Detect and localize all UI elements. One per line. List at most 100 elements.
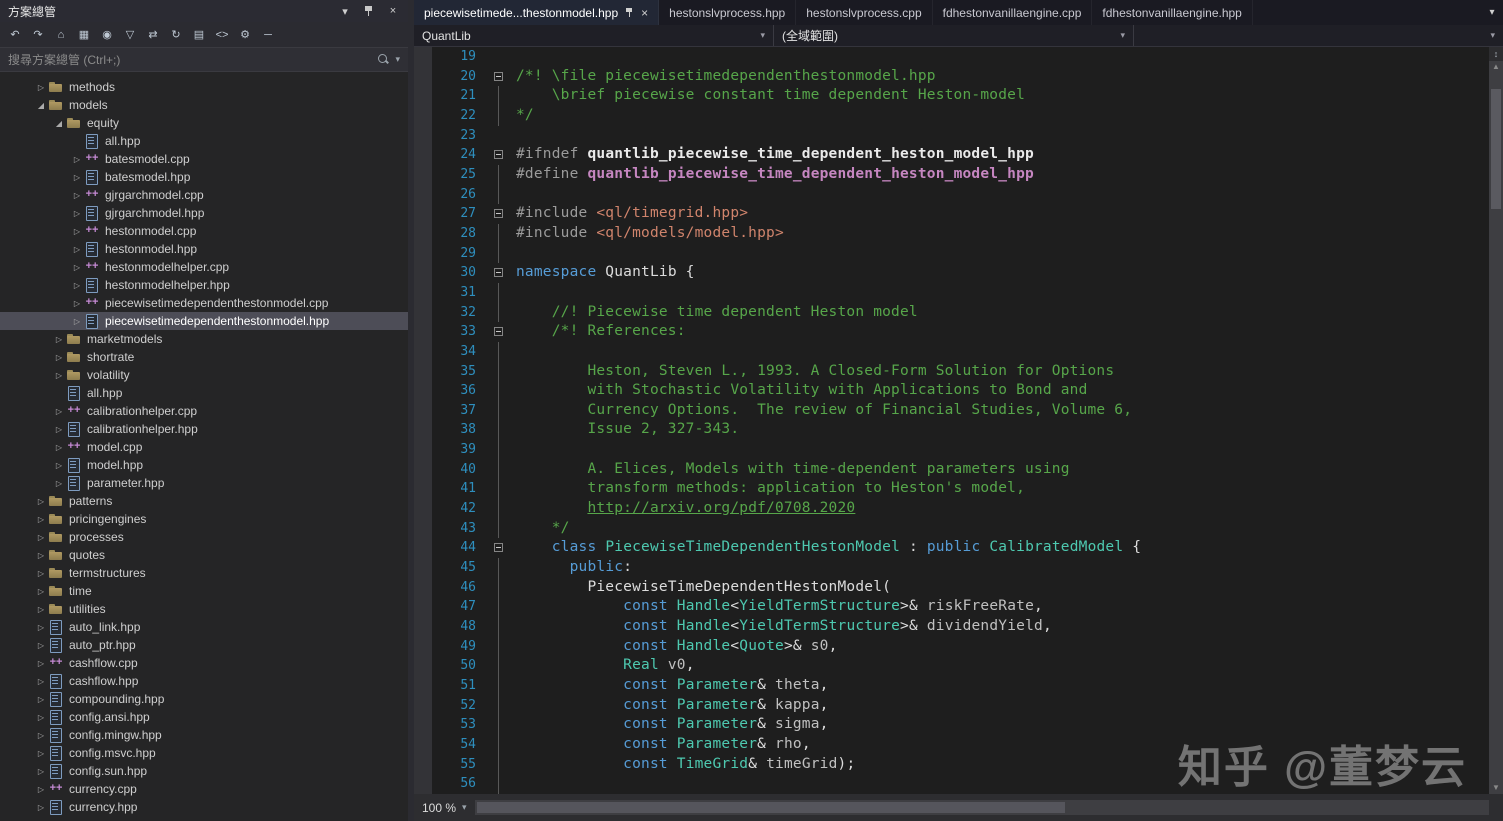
code-text[interactable]: #ifndef quantlib_piecewise_time_dependen… — [510, 145, 1034, 165]
breakpoint-margin[interactable] — [414, 734, 432, 755]
expand-arrow-icon[interactable]: ▷ — [34, 731, 48, 740]
breakpoint-margin[interactable] — [414, 459, 432, 480]
code-text[interactable]: Issue 2, 327-343. — [510, 420, 739, 440]
member-dropdown[interactable]: ▾ — [1134, 25, 1503, 46]
fold-toggle-icon[interactable] — [494, 150, 503, 160]
sync-with-active-document-button[interactable]: ⇄ — [143, 25, 163, 45]
expand-arrow-icon[interactable]: ▷ — [34, 677, 48, 686]
expand-arrow-icon[interactable]: ▷ — [34, 605, 48, 614]
breakpoint-margin[interactable] — [414, 47, 432, 67]
expand-arrow-icon[interactable]: ◢ — [52, 119, 66, 128]
code-text[interactable]: Heston, Steven L., 1993. A Closed-Form S… — [510, 362, 1114, 382]
breakpoint-margin[interactable] — [414, 518, 432, 539]
tree-item[interactable]: ▷ ++ piecewisetimedependenthestonmodel.cpp — [0, 294, 408, 312]
home-button[interactable]: ⌂ — [51, 25, 71, 45]
breakpoint-margin[interactable] — [414, 656, 432, 676]
properties-button[interactable]: ⚙ — [235, 25, 255, 45]
breakpoint-margin[interactable] — [414, 145, 432, 165]
breakpoint-margin[interactable] — [414, 715, 432, 735]
code-text[interactable] — [510, 440, 516, 460]
tree-item[interactable]: ◢ models — [0, 96, 408, 114]
tree-item[interactable]: ▷ parameter.hpp — [0, 474, 408, 492]
breakpoint-margin[interactable] — [414, 223, 432, 244]
horizontal-scrollbar-thumb[interactable] — [476, 802, 1065, 813]
expand-arrow-icon[interactable]: ▷ — [52, 353, 66, 362]
code-text[interactable] — [510, 126, 516, 146]
window-position-icon[interactable]: ▾ — [338, 4, 352, 18]
tree-item[interactable]: ▷ methods — [0, 78, 408, 96]
breakpoint-margin[interactable] — [414, 341, 432, 362]
expand-arrow-icon[interactable]: ▷ — [34, 533, 48, 542]
code-text[interactable]: /*! \file piecewisetimedependenthestonmo… — [510, 67, 936, 87]
breakpoint-margin[interactable] — [414, 538, 432, 559]
breakpoint-margin[interactable] — [414, 617, 432, 637]
editor-tab[interactable]: hestonslvprocess.cpp — [796, 0, 933, 25]
pin-icon[interactable] — [362, 4, 376, 18]
breakpoint-margin[interactable] — [414, 105, 432, 126]
tree-item[interactable]: ▷ piecewisetimedependenthestonmodel.hpp — [0, 312, 408, 330]
code-text[interactable]: const Parameter& rho, — [510, 735, 811, 755]
expand-arrow-icon[interactable]: ▷ — [52, 335, 66, 344]
breakpoint-margin[interactable] — [414, 440, 432, 460]
code-text[interactable] — [510, 47, 516, 67]
show-all-files-button[interactable]: ▤ — [189, 25, 209, 45]
code-text[interactable] — [510, 283, 516, 303]
code-text[interactable]: Currency Options. The review of Financia… — [510, 401, 1132, 421]
code-text[interactable]: #include <ql/timegrid.hpp> — [510, 204, 748, 224]
vertical-scrollbar[interactable]: ↕ ▲ ▼ — [1489, 47, 1503, 794]
expand-arrow-icon[interactable]: ▷ — [70, 227, 84, 236]
tree-item[interactable]: ▷ hestonmodelhelper.hpp — [0, 276, 408, 294]
editor-tab[interactable]: fdhestonvanillaengine.cpp — [933, 0, 1093, 25]
tree-item[interactable]: ▷ ++ hestonmodel.cpp — [0, 222, 408, 240]
code-text[interactable] — [510, 244, 516, 264]
code-text[interactable]: \brief piecewise constant time dependent… — [510, 86, 1025, 106]
expand-arrow-icon[interactable]: ▷ — [52, 425, 66, 434]
expand-arrow-icon[interactable]: ▷ — [70, 245, 84, 254]
breakpoint-margin[interactable] — [414, 361, 432, 382]
fold-toggle-icon[interactable] — [494, 71, 503, 81]
search-icon[interactable] — [377, 53, 390, 66]
tab-overflow-chevron-icon[interactable]: ▾ — [1481, 0, 1503, 25]
tree-item[interactable]: all.hpp — [0, 132, 408, 150]
breakpoint-margin[interactable] — [414, 577, 432, 598]
tree-item[interactable]: ▷ model.hpp — [0, 456, 408, 474]
expand-arrow-icon[interactable]: ▷ — [70, 299, 84, 308]
code-text[interactable]: #include <ql/models/model.hpp> — [510, 224, 784, 244]
collapse-all-button[interactable]: ─ — [258, 25, 278, 45]
code-text[interactable]: const Parameter& sigma, — [510, 715, 829, 735]
breakpoint-margin[interactable] — [414, 164, 432, 185]
code-text[interactable]: transform methods: application to Heston… — [510, 479, 1025, 499]
tree-item[interactable]: ▷ ++ model.cpp — [0, 438, 408, 456]
tree-item[interactable]: ▷ pricingengines — [0, 510, 408, 528]
code-text[interactable]: public: — [510, 558, 632, 578]
code-text[interactable]: */ — [510, 519, 570, 539]
zoom-control[interactable]: 100 % ▾ — [414, 801, 475, 815]
expand-arrow-icon[interactable]: ▷ — [34, 713, 48, 722]
tree-item[interactable]: ▷ cashflow.hpp — [0, 672, 408, 690]
tree-item[interactable]: ▷ ++ cashflow.cpp — [0, 654, 408, 672]
fold-toggle-icon[interactable] — [494, 543, 503, 553]
scroll-up-arrow-icon[interactable]: ▲ — [1489, 61, 1503, 73]
forward-button[interactable]: ↷ — [28, 25, 48, 45]
tree-item[interactable]: ▷ auto_ptr.hpp — [0, 636, 408, 654]
code-text[interactable]: /*! References: — [510, 322, 686, 342]
tree-item[interactable]: ▷ ++ gjrgarchmodel.cpp — [0, 186, 408, 204]
expand-arrow-icon[interactable]: ▷ — [70, 281, 84, 290]
code-text[interactable]: class PiecewiseTimeDependentHestonModel … — [510, 538, 1141, 558]
code-text[interactable]: http://arxiv.org/pdf/0708.2020 — [510, 499, 855, 519]
tree-item[interactable]: ▷ gjrgarchmodel.hpp — [0, 204, 408, 222]
breakpoint-margin[interactable] — [414, 754, 432, 775]
code-text[interactable]: //! Piecewise time dependent Heston mode… — [510, 303, 918, 323]
code-text[interactable]: PiecewiseTimeDependentHestonModel( — [510, 578, 891, 598]
expand-arrow-icon[interactable]: ▷ — [34, 497, 48, 506]
expand-arrow-icon[interactable]: ▷ — [52, 407, 66, 416]
expand-arrow-icon[interactable]: ▷ — [34, 515, 48, 524]
breakpoint-margin[interactable] — [414, 676, 432, 696]
tree-item[interactable]: ▷ processes — [0, 528, 408, 546]
tree-item[interactable]: ▷ volatility — [0, 366, 408, 384]
tree-item[interactable]: ▷ ++ batesmodel.cpp — [0, 150, 408, 168]
expand-arrow-icon[interactable]: ▷ — [70, 317, 84, 326]
expand-arrow-icon[interactable]: ▷ — [70, 263, 84, 272]
tree-item[interactable]: ▷ batesmodel.hpp — [0, 168, 408, 186]
breakpoint-margin[interactable] — [414, 774, 432, 794]
